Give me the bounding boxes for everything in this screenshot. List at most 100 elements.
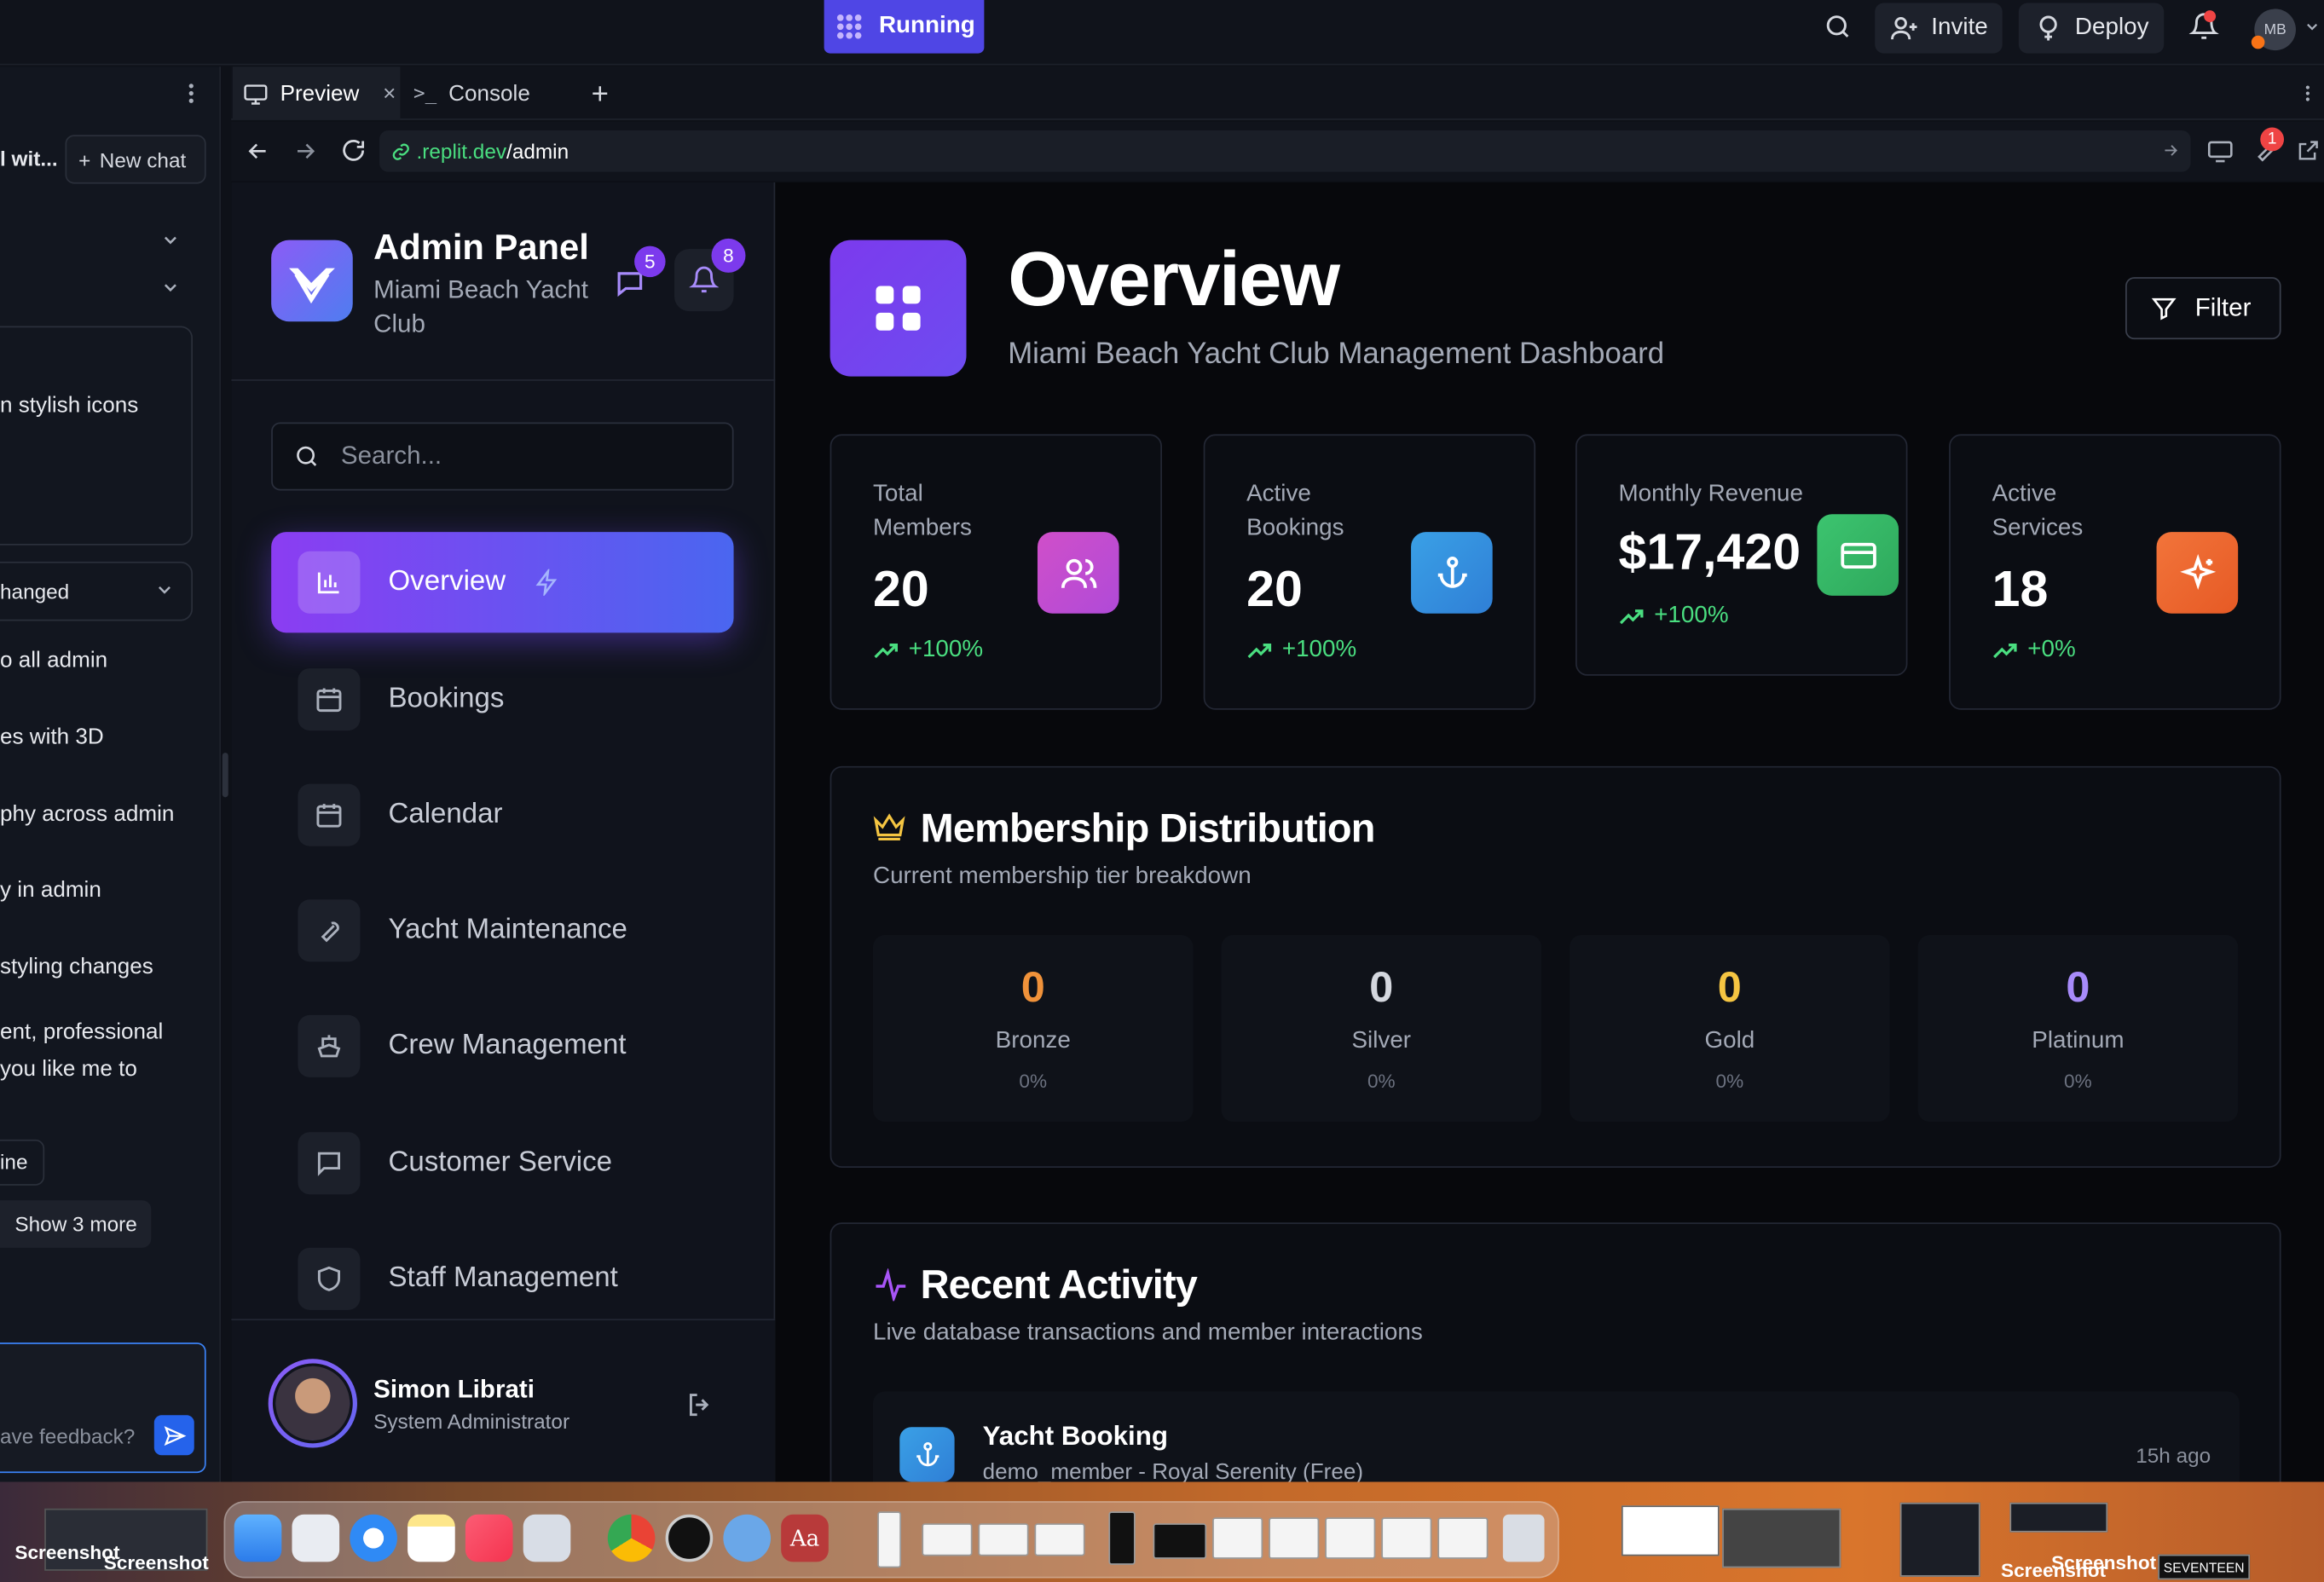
file-thumbnail[interactable] <box>1108 1511 1136 1565</box>
search-placeholder: Search... <box>340 442 442 471</box>
desktop-thumbnail[interactable] <box>1899 1502 1980 1577</box>
messages-badge: 5 <box>634 245 666 278</box>
file-thumbnail[interactable] <box>1325 1517 1376 1559</box>
more-vertical-icon[interactable] <box>184 82 199 106</box>
stat-change-value: +100% <box>908 637 984 663</box>
stat-change-value: +100% <box>1654 603 1729 629</box>
tab-preview[interactable]: Preview × <box>232 66 401 120</box>
nav-label: Staff Management <box>388 1262 618 1294</box>
show-more-button[interactable]: Show 3 more <box>0 1200 152 1248</box>
tier-platinum: 0 Platinum 0% <box>1917 935 2239 1123</box>
stat-card-total-members: Total Members 20 +100% <box>830 434 1162 710</box>
nav-item-customer-service[interactable]: Customer Service <box>298 1128 743 1198</box>
filter-button[interactable]: Filter <box>2125 277 2281 340</box>
list-item[interactable]: Yacht Booking demo_member - Royal Sereni… <box>872 1391 2240 1484</box>
nav-item-staff-management[interactable]: Staff Management <box>298 1244 743 1314</box>
chevron-down-icon[interactable] <box>160 277 181 297</box>
trash-icon[interactable] <box>1502 1514 1545 1562</box>
tier-count: 0 <box>1369 964 1394 1013</box>
panel-resize-handle[interactable] <box>222 753 228 798</box>
chat-title[interactable]: l wit... <box>0 147 58 170</box>
nav-item-yacht-maintenance[interactable]: Yacht Maintenance <box>298 895 743 966</box>
devices-icon[interactable] <box>2207 138 2234 165</box>
chat-line: you like me to <box>0 1056 137 1083</box>
preview-app-icon[interactable] <box>523 1514 571 1562</box>
devtools-badge-count: 1 <box>2267 130 2277 148</box>
desktop-file-label: SEVENTEEN <box>2163 1559 2245 1575</box>
sidebar-subtitle: Miami Beach Yacht Club <box>373 273 588 341</box>
desktop-file-label[interactable]: Screenshot <box>104 1551 209 1573</box>
file-thumbnail[interactable] <box>978 1523 1029 1556</box>
url-input[interactable]: .replit.dev/admin <box>379 130 2191 172</box>
trending-up-icon <box>873 640 899 661</box>
desktop-thumbnail[interactable] <box>2009 1502 2108 1533</box>
file-thumbnail[interactable] <box>1381 1517 1432 1559</box>
open-arrow-icon[interactable] <box>2161 141 2181 160</box>
file-thumbnail[interactable] <box>1212 1517 1263 1559</box>
file-thumbnail[interactable] <box>922 1523 973 1556</box>
file-thumbnail[interactable] <box>1153 1523 1207 1559</box>
nav-item-bookings[interactable]: Bookings <box>298 664 743 735</box>
new-chat-label: New chat <box>99 147 187 171</box>
music-icon[interactable] <box>465 1514 513 1562</box>
file-thumbnail[interactable] <box>1437 1517 1489 1559</box>
nav-label: Bookings <box>388 683 505 714</box>
chrome-icon[interactable] <box>607 1514 656 1562</box>
safari-icon[interactable] <box>350 1514 397 1562</box>
sidebar-subtitle-line1: Miami Beach Yacht <box>373 275 589 304</box>
desktop-thumbnail[interactable]: SEVENTEEN <box>2158 1554 2251 1580</box>
launchpad-icon[interactable] <box>292 1514 340 1562</box>
chat-line: hanged <box>0 579 70 603</box>
back-arrow-icon[interactable] <box>245 138 271 165</box>
invite-button[interactable]: Invite <box>1875 3 2003 54</box>
avatar[interactable] <box>268 1359 357 1448</box>
forward-arrow-icon[interactable] <box>292 138 318 165</box>
file-thumbnail[interactable] <box>1034 1523 1085 1556</box>
chat-line: phy across admin <box>0 801 175 828</box>
notes-icon[interactable] <box>408 1514 455 1562</box>
nav-item-calendar[interactable]: Calendar <box>298 779 743 850</box>
user-initials: MB <box>2263 21 2286 38</box>
bell-icon <box>689 265 720 295</box>
desktop-thumbnail[interactable] <box>1722 1508 1841 1568</box>
nav-item-overview[interactable]: Overview <box>271 532 734 633</box>
nav-item-crew-management[interactable]: Crew Management <box>298 1011 743 1082</box>
file-thumbnail[interactable] <box>1269 1517 1320 1559</box>
search-icon[interactable] <box>1823 12 1853 42</box>
chevron-down-icon[interactable] <box>154 580 175 600</box>
tab-console[interactable]: >_ Console <box>413 66 562 120</box>
refresh-icon[interactable] <box>339 136 367 165</box>
clock-icon[interactable] <box>665 1514 714 1562</box>
anchor-icon <box>899 1427 955 1482</box>
send-button[interactable] <box>153 1415 194 1456</box>
dictionary-icon[interactable]: Aa <box>781 1514 829 1562</box>
chevron-down-icon[interactable] <box>160 229 181 250</box>
search-input[interactable]: Search... <box>271 422 734 491</box>
chat-message-box <box>0 326 194 546</box>
more-vertical-icon[interactable] <box>2302 82 2314 106</box>
logout-icon[interactable] <box>685 1390 714 1420</box>
stat-label-line2: Bookings <box>1246 516 1344 541</box>
deploy-button[interactable]: Deploy <box>2018 3 2164 54</box>
bar-chart-icon <box>298 551 361 614</box>
file-thumbnail[interactable] <box>877 1511 902 1568</box>
finder-icon[interactable] <box>234 1514 282 1562</box>
quicktime-icon[interactable] <box>723 1514 772 1562</box>
run-status-label: Running <box>878 13 975 39</box>
new-chat-button[interactable]: + New chat <box>65 135 206 184</box>
calendar-icon <box>298 668 361 731</box>
tier-bronze: 0 Bronze 0% <box>872 935 1194 1123</box>
sidebar-subtitle-line2: Club <box>373 309 425 338</box>
desktop-thumbnail[interactable] <box>1621 1505 1720 1556</box>
chevron-down-icon[interactable] <box>2304 18 2321 36</box>
desktop-file-label[interactable]: Screenshot <box>2051 1551 2156 1573</box>
external-link-icon[interactable] <box>2296 138 2321 164</box>
stat-label: Total Members <box>873 477 972 546</box>
stat-label-line1: Total <box>872 482 923 507</box>
add-tab-icon[interactable]: + <box>592 78 609 113</box>
close-icon[interactable]: × <box>383 81 396 107</box>
run-status-button[interactable]: Running <box>824 0 985 54</box>
search-icon <box>293 443 320 470</box>
nav-label: Calendar <box>388 799 503 830</box>
user-name: Simon Librati <box>373 1375 535 1404</box>
